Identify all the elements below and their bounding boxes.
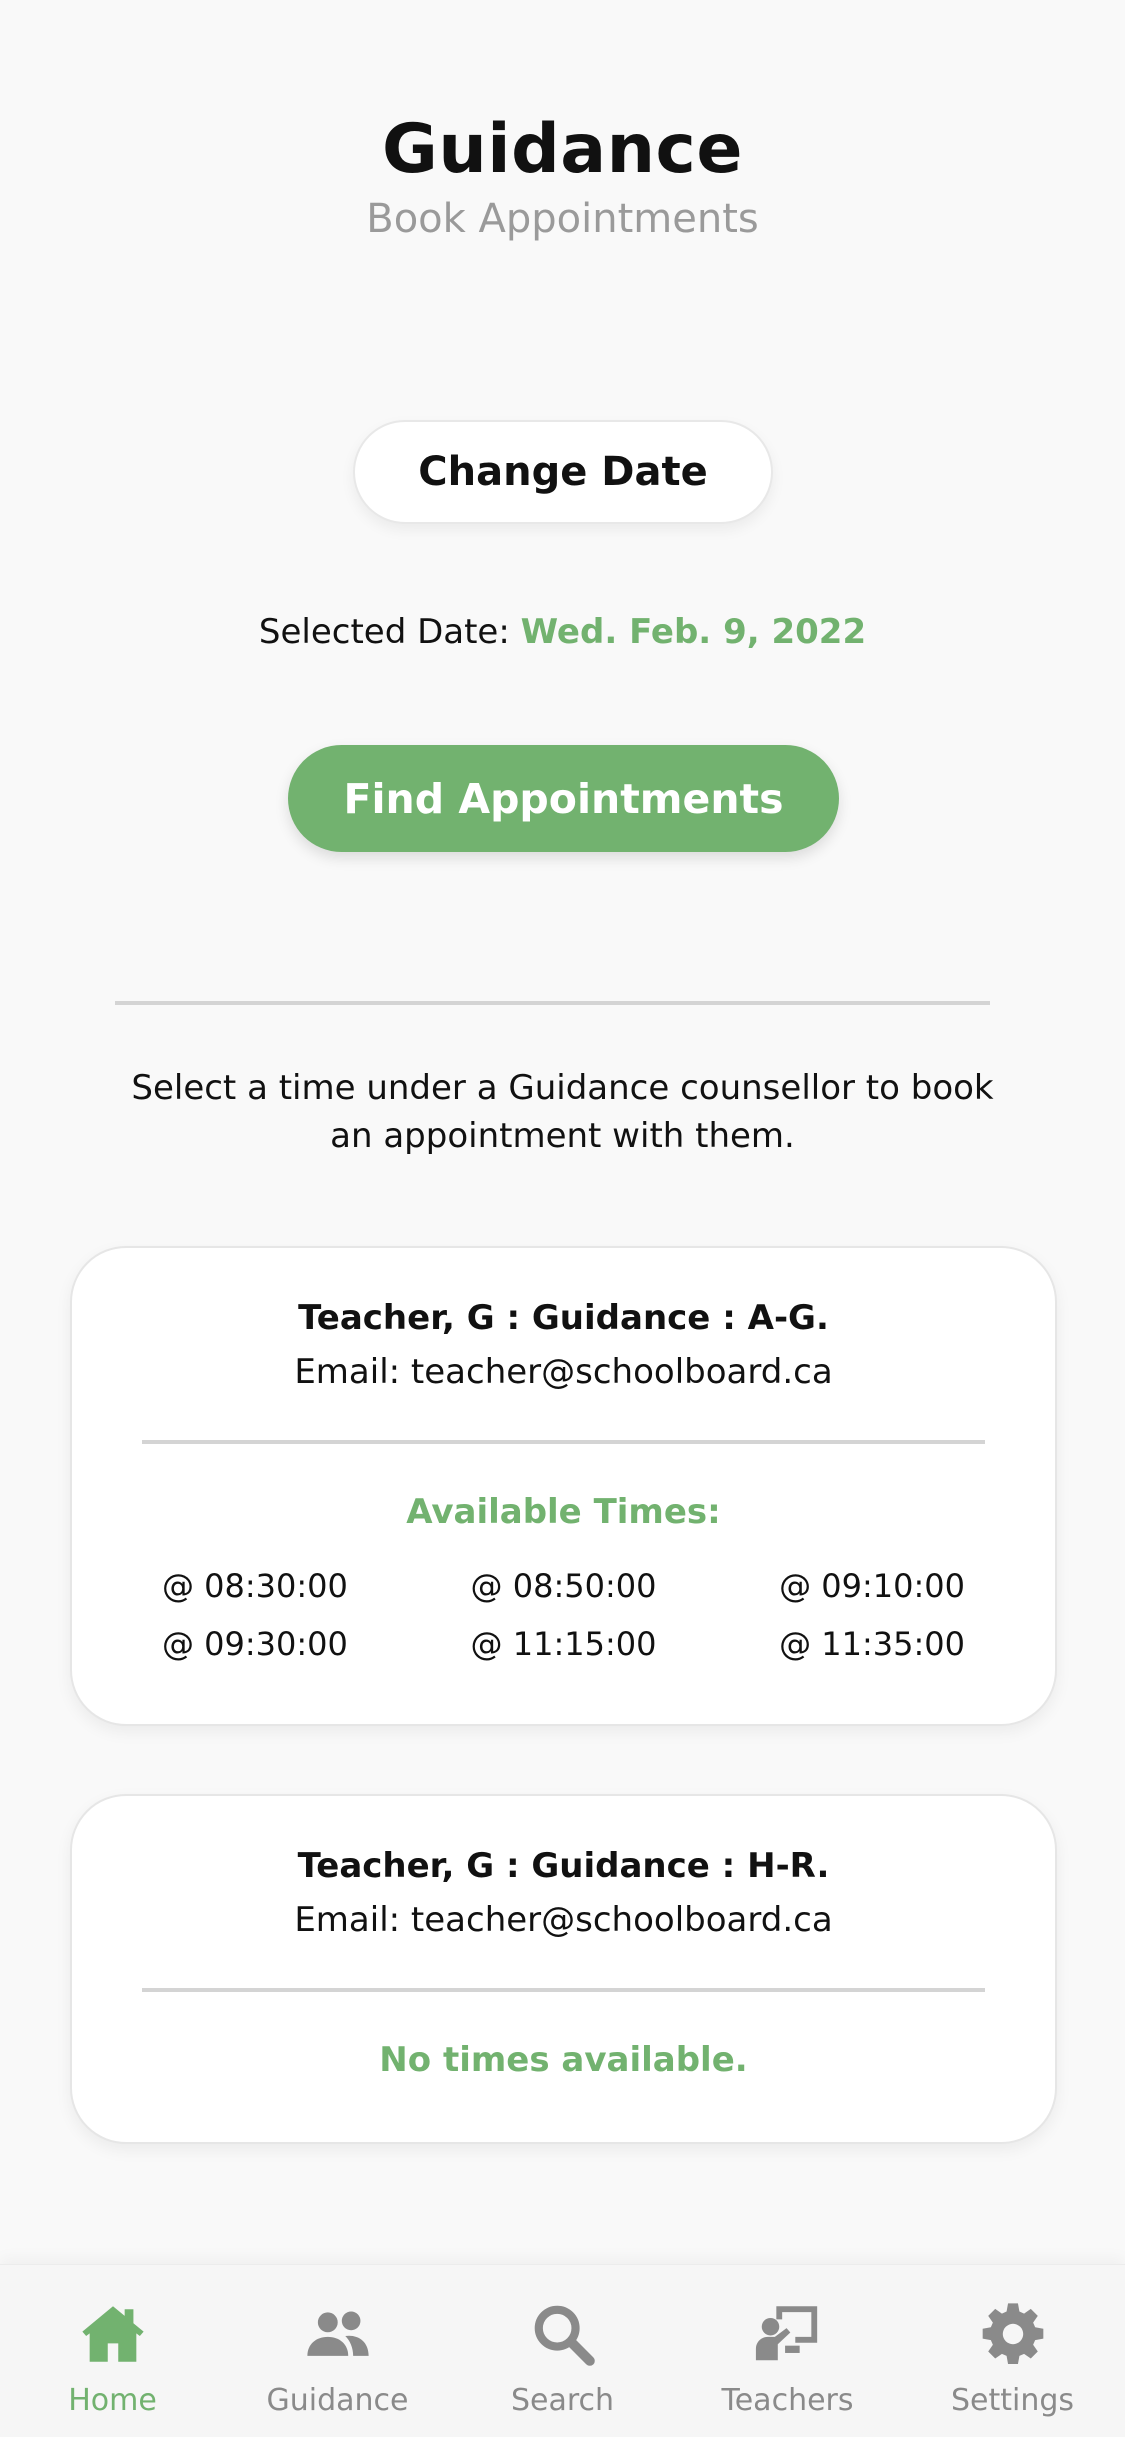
selected-date-value: Wed. Feb. 9, 2022 — [520, 612, 867, 652]
teacher-icon — [755, 2306, 817, 2361]
counsellor-email: Email: teacher@schoolboard.ca — [294, 1352, 833, 1392]
change-date-button[interactable]: Change Date — [353, 420, 773, 524]
time-slot[interactable]: @ 09:10:00 — [697, 1568, 965, 1604]
time-slot[interactable]: @ 11:15:00 — [430, 1626, 698, 1662]
available-times-label: Available Times: — [406, 1492, 721, 1532]
counsellor-name: Teacher, G : Guidance : A-G. — [298, 1298, 829, 1338]
users-icon — [306, 2311, 369, 2356]
no-times-message: No times available. — [379, 2040, 748, 2080]
counsellor-email: Email: teacher@schoolboard.ca — [294, 1900, 833, 1940]
search-icon — [534, 2305, 595, 2366]
selected-date-label: Selected Date: — [258, 612, 521, 652]
tab-teachers[interactable]: Teachers — [675, 2265, 900, 2437]
time-slot[interactable]: @ 09:30:00 — [162, 1626, 430, 1662]
find-appointments-button[interactable]: Find Appointments — [288, 745, 839, 852]
counsellor-card: Teacher, G : Guidance : A-G. Email: teac… — [70, 1246, 1057, 1726]
tab-label: Settings — [950, 2383, 1075, 2418]
tab-search[interactable]: Search — [450, 2265, 675, 2437]
card-divider — [142, 1440, 985, 1444]
selected-date: Selected Date: Wed. Feb. 9, 2022 — [0, 612, 1125, 652]
page-title: Guidance — [382, 110, 743, 189]
section-divider — [115, 1001, 990, 1005]
card-divider — [142, 1988, 985, 1992]
tab-settings[interactable]: Settings — [900, 2265, 1125, 2437]
counsellor-name: Teacher, G : Guidance : H-R. — [297, 1846, 830, 1886]
tab-label: Home — [68, 2383, 157, 2418]
tab-label: Guidance — [266, 2383, 409, 2418]
tab-bar: Home Guidance Search Teachers Settings — [0, 2264, 1125, 2437]
time-slot[interactable]: @ 08:30:00 — [162, 1568, 430, 1604]
time-slot[interactable]: @ 08:50:00 — [430, 1568, 698, 1604]
time-slot[interactable]: @ 11:35:00 — [697, 1626, 965, 1662]
home-icon — [81, 2306, 144, 2362]
instructions-text: Select a time under a Guidance counsello… — [131, 1068, 994, 1156]
times-grid: @ 08:30:00 @ 08:50:00 @ 09:10:00 @ 09:30… — [162, 1568, 965, 1662]
tab-guidance[interactable]: Guidance — [225, 2265, 450, 2437]
tab-label: Search — [510, 2383, 615, 2418]
gear-icon — [982, 2303, 1043, 2365]
page-subtitle: Book Appointments — [366, 196, 759, 242]
counsellor-card: Teacher, G : Guidance : H-R. Email: teac… — [70, 1794, 1057, 2144]
tab-home[interactable]: Home — [0, 2265, 225, 2437]
tab-label: Teachers — [721, 2383, 854, 2418]
